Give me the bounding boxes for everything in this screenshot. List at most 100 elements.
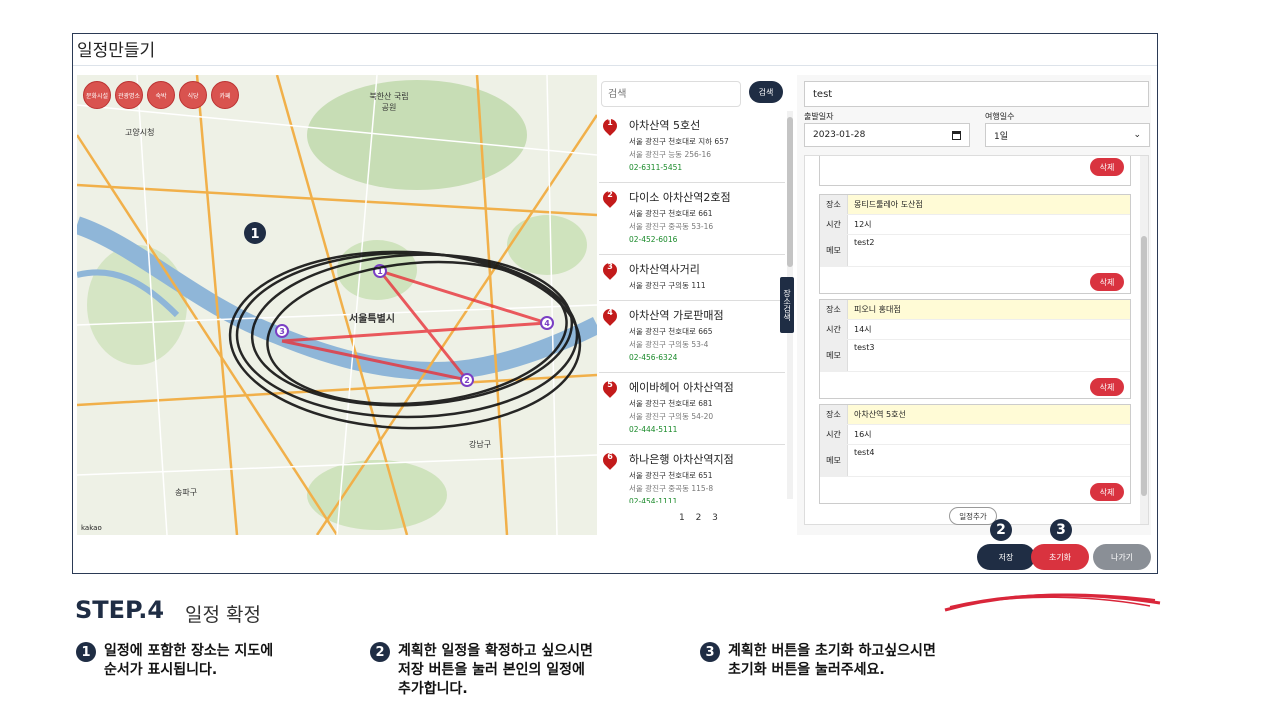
place-search-tab[interactable]: 장소검색 — [780, 277, 794, 333]
time-row: 시간 16시 — [820, 425, 1130, 445]
start-date-value: 2023-01-28 — [813, 130, 866, 140]
category-cafe-button[interactable]: 카페 — [211, 81, 239, 109]
reset-button[interactable]: 초기화 — [1031, 544, 1089, 570]
memo-row: 메모 test4 — [820, 445, 1130, 477]
category-restaurant-button[interactable]: 식당 — [179, 81, 207, 109]
schedule-card: 장소 피오니 홍대점 시간 14시 메모 test3 삭제 — [819, 299, 1131, 399]
place-jibun: 서울 광진구 중곡동 115-8 — [629, 484, 714, 493]
place-name: 아차산역 가로판매점 — [629, 309, 724, 322]
note-text: 계획한 일정을 확정하고 싶으시면 저장 버튼을 눌러 본인의 일정에 추가합니… — [398, 643, 593, 697]
map-label-goyang: 고양시청 — [125, 128, 155, 137]
start-date-input[interactable]: 2023-01-28 — [804, 123, 970, 147]
place-row: 장소 몽티드툴레아 도산점 — [820, 195, 1130, 215]
svg-text:2: 2 — [464, 376, 470, 385]
note-2: 2 계획한 일정을 확정하고 싶으시면 저장 버튼을 눌러 본인의 일정에 추가… — [370, 642, 593, 699]
annotation-badge-3: 3 — [1050, 519, 1072, 541]
delete-schedule-button[interactable]: 삭제 — [1090, 483, 1124, 501]
place-address: 서울 광진구 천호대로 681 — [629, 399, 713, 408]
note-text: 일정에 포함한 장소는 지도에 순서가 표시됩니다. — [104, 643, 274, 678]
schedule-memo[interactable]: test3 — [848, 340, 1130, 371]
schedule-place[interactable]: 몽티드툴레아 도산점 — [848, 195, 1130, 214]
schedule-title-input[interactable]: test — [804, 81, 1149, 107]
schedule-time[interactable]: 14시 — [848, 320, 1130, 339]
schedule-card: 장소 몽티드툴레아 도산점 시간 12시 메모 test2 삭제 — [819, 194, 1131, 294]
place-list-item[interactable]: 5 에이바헤어 아차산역점 서울 광진구 천호대로 681 서울 광진구 구의동… — [599, 373, 785, 445]
delete-schedule-button[interactable]: 삭제 — [1090, 158, 1124, 176]
map-label-gwangmyeong: 송파구 — [175, 488, 198, 497]
place-phone: 02-456-6324 — [629, 353, 678, 362]
category-attraction-button[interactable]: 관광명소 — [115, 81, 143, 109]
schedule-card-partial: 삭제 — [819, 156, 1131, 186]
memo-row: 메모 test3 — [820, 340, 1130, 372]
add-schedule-button[interactable]: 일정추가 — [949, 507, 997, 525]
category-buttons: 문화시설 관광명소 숙박 식당 카페 — [83, 81, 239, 109]
map-label-bukhansan: 북한산 국립공원 — [369, 92, 409, 112]
place-list-item[interactable]: 3 아차산역사거리 서울 광진구 구의동 111 — [599, 255, 785, 301]
map-credit: kakao — [81, 524, 102, 532]
category-lodging-button[interactable]: 숙박 — [147, 81, 175, 109]
date-label: 출발일자 — [804, 112, 834, 121]
calendar-icon[interactable] — [952, 130, 961, 140]
place-list-item[interactable]: 2 다이소 아차산역2호점 서울 광진구 천호대로 661 서울 광진구 중곡동… — [599, 183, 785, 255]
map-canvas: 1 2 3 4 1 — [77, 75, 597, 535]
place-list-item[interactable]: 1 아차산역 5호선 서울 광진구 천호대로 지하 657 서울 광진구 능동 … — [599, 111, 785, 183]
travel-days-value: 1일 — [994, 131, 1009, 142]
schedule-time[interactable]: 12시 — [848, 215, 1130, 234]
note-number-badge: 2 — [370, 642, 390, 662]
place-search-button[interactable]: 검색 — [749, 81, 783, 103]
place-row: 장소 피오니 홍대점 — [820, 300, 1130, 320]
place-list-scroll-thumb[interactable] — [787, 117, 793, 267]
annotation-badge-2: 2 — [990, 519, 1012, 541]
svg-text:1: 1 — [250, 227, 259, 242]
place-name: 에이바헤어 아차산역점 — [629, 381, 734, 394]
place-search-input[interactable] — [601, 81, 741, 107]
place-address: 서울 광진구 천호대로 661 — [629, 209, 713, 218]
title-divider — [73, 65, 1157, 66]
place-address: 서울 광진구 천호대로 지하 657 — [629, 137, 729, 146]
place-list-item[interactable]: 6 하나은행 아차산역지점 서울 광진구 천호대로 651 서울 광진구 중곡동… — [599, 445, 785, 503]
place-jibun: 서울 광진구 구의동 53-4 — [629, 340, 709, 349]
schedule-place[interactable]: 피오니 홍대점 — [848, 300, 1130, 319]
place-phone: 02-6311-5451 — [629, 163, 683, 172]
schedule-time[interactable]: 16시 — [848, 425, 1130, 444]
note-number-badge: 1 — [76, 642, 96, 662]
travel-days-select[interactable]: 1일 ⌄ — [985, 123, 1150, 147]
place-row: 장소 아차산역 5호선 — [820, 405, 1130, 425]
place-address: 서울 광진구 천호대로 651 — [629, 471, 713, 480]
delete-schedule-button[interactable]: 삭제 — [1090, 273, 1124, 291]
place-jibun: 서울 광진구 구의동 54-20 — [629, 412, 714, 421]
place-list-item[interactable]: 4 아차산역 가로판매점 서울 광진구 천호대로 665 서울 광진구 구의동 … — [599, 301, 785, 373]
place-jibun: 서울 광진구 능동 256-16 — [629, 150, 712, 159]
place-phone: 02-452-6016 — [629, 235, 678, 244]
schedule-memo[interactable]: test4 — [848, 445, 1130, 476]
schedule-memo[interactable]: test2 — [848, 235, 1130, 266]
pagination[interactable]: 1 2 3 — [679, 513, 722, 523]
exit-button[interactable]: 나가기 — [1093, 544, 1151, 570]
schedule-place[interactable]: 아차산역 5호선 — [848, 405, 1130, 424]
svg-text:4: 4 — [544, 319, 550, 328]
place-list: 1 아차산역 5호선 서울 광진구 천호대로 지하 657 서울 광진구 능동 … — [599, 111, 785, 503]
save-button[interactable]: 저장 — [977, 544, 1035, 570]
note-text: 계획한 버튼을 초기화 하고싶으시면 초기화 버튼을 눌러주세요. — [728, 643, 936, 678]
schedule-form: test 출발일자 여행일수 2023-01-28 1일 ⌄ 삭제 장소 몽티드툴… — [797, 75, 1151, 535]
step-label: STEP.4 — [75, 596, 165, 624]
map-label-gangnam: 강남구 — [469, 440, 492, 449]
place-list-panel: 검색 1 아차산역 5호선 서울 광진구 천호대로 지하 657 서울 광진구 … — [599, 75, 793, 535]
place-name: 아차산역사거리 — [629, 263, 700, 276]
note-3: 3 계획한 버튼을 초기화 하고싶으시면 초기화 버튼을 눌러주세요. — [700, 642, 936, 680]
schedule-maker-window: 일정만들기 1 2 3 4 1 문화시설 관광명소 숙박 식당 카페 서울특별시… — [72, 33, 1158, 574]
place-name: 다이소 아차산역2호점 — [629, 191, 731, 204]
schedule-list: 삭제 장소 몽티드툴레아 도산점 시간 12시 메모 test2 삭제 장소 피오니 홍… — [804, 155, 1149, 525]
chevron-down-icon: ⌄ — [1133, 130, 1141, 140]
svg-text:3: 3 — [279, 327, 285, 336]
category-culture-button[interactable]: 문화시설 — [83, 81, 111, 109]
schedule-scroll-thumb[interactable] — [1141, 236, 1147, 496]
brush-stroke-decoration — [944, 593, 1161, 612]
note-number-badge: 3 — [700, 642, 720, 662]
map-view[interactable]: 1 2 3 4 1 문화시설 관광명소 숙박 식당 카페 서울특별시 고양시청 — [77, 75, 597, 535]
time-row: 시간 14시 — [820, 320, 1130, 340]
delete-schedule-button[interactable]: 삭제 — [1090, 378, 1124, 396]
place-name: 하나은행 아차산역지점 — [629, 453, 734, 466]
place-address: 서울 광진구 천호대로 665 — [629, 327, 713, 336]
map-label-seoul: 서울특별시 — [349, 314, 395, 325]
